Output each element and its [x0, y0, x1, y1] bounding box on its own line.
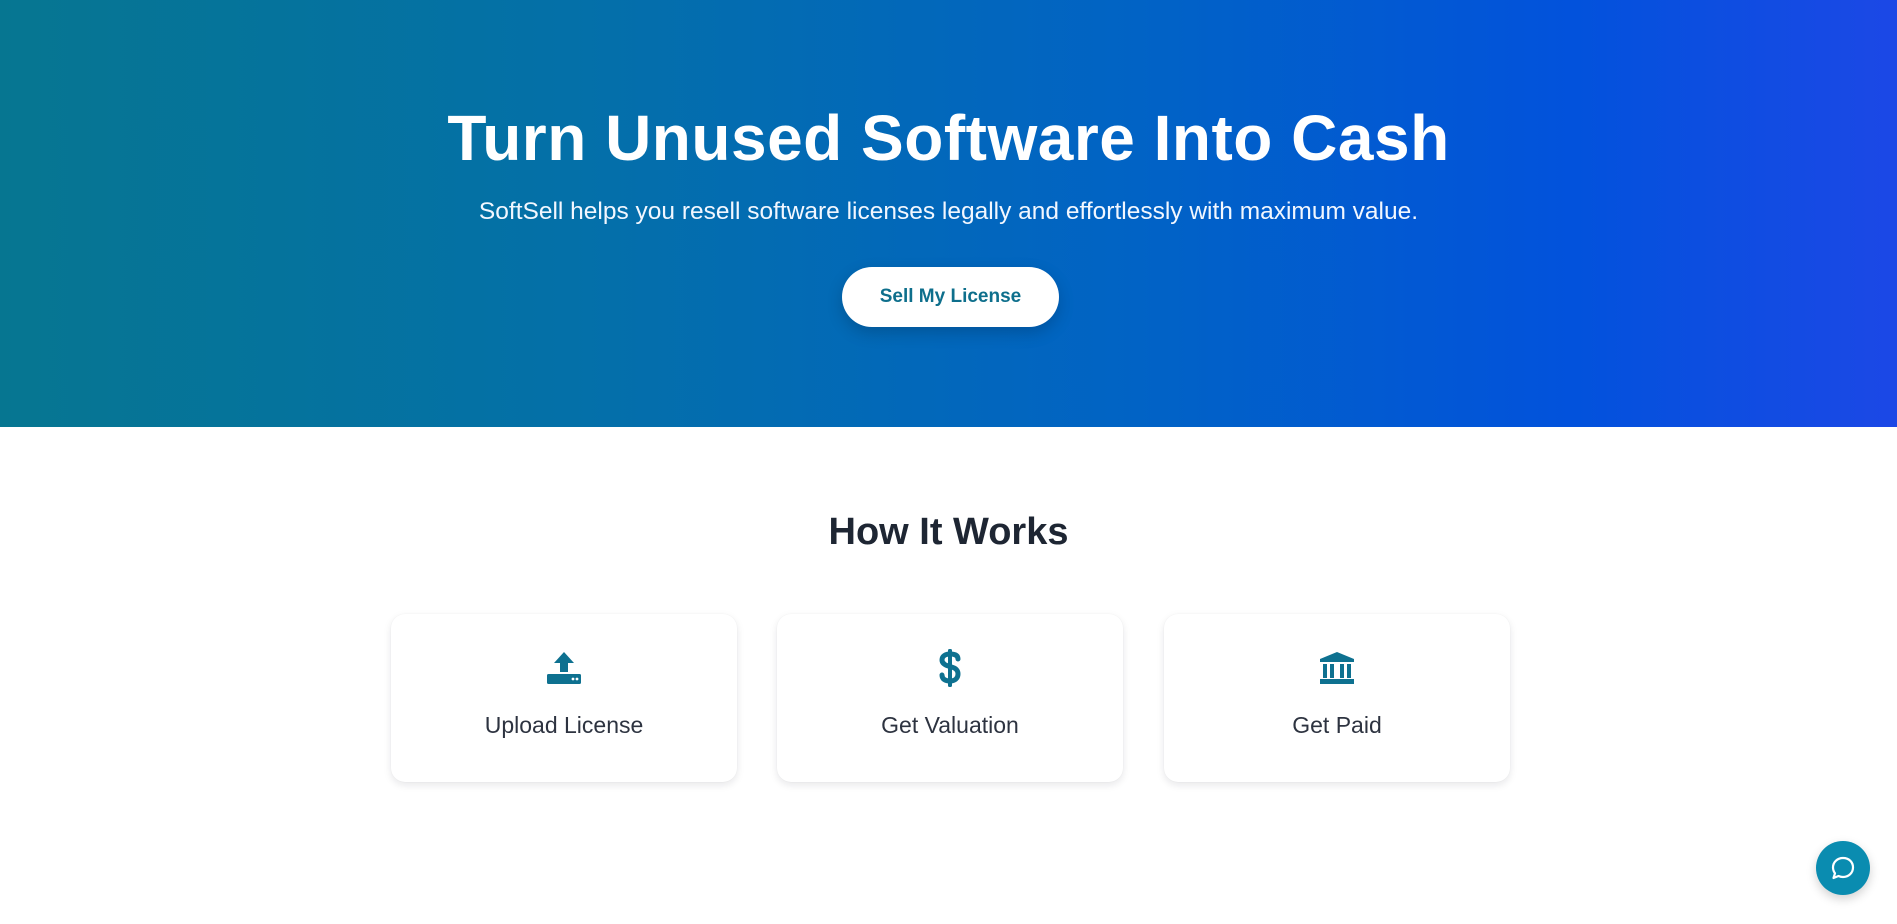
dollar-icon — [777, 648, 1123, 688]
sell-my-license-button[interactable]: Sell My License — [842, 267, 1059, 327]
upload-icon — [391, 648, 737, 688]
bank-icon — [1164, 648, 1510, 688]
section-title: How It Works — [828, 511, 1069, 553]
step-card-upload-license: Upload License — [391, 614, 737, 782]
step-card-get-valuation: Get Valuation — [777, 614, 1123, 782]
chat-bubble-icon — [1830, 855, 1856, 881]
hero-section: Turn Unused Software Into Cash SoftSell … — [0, 0, 1897, 427]
step-label: Get Paid — [1292, 712, 1382, 738]
chat-button[interactable] — [1816, 841, 1870, 895]
step-label: Get Valuation — [881, 712, 1019, 738]
hero-subtitle: SoftSell helps you resell software licen… — [478, 198, 1419, 225]
step-card-get-paid: Get Paid — [1164, 614, 1510, 782]
hero-title: Turn Unused Software Into Cash — [447, 102, 1450, 174]
landing-page: Turn Unused Software Into Cash SoftSell … — [0, 0, 1897, 924]
step-label: Upload License — [484, 712, 644, 738]
